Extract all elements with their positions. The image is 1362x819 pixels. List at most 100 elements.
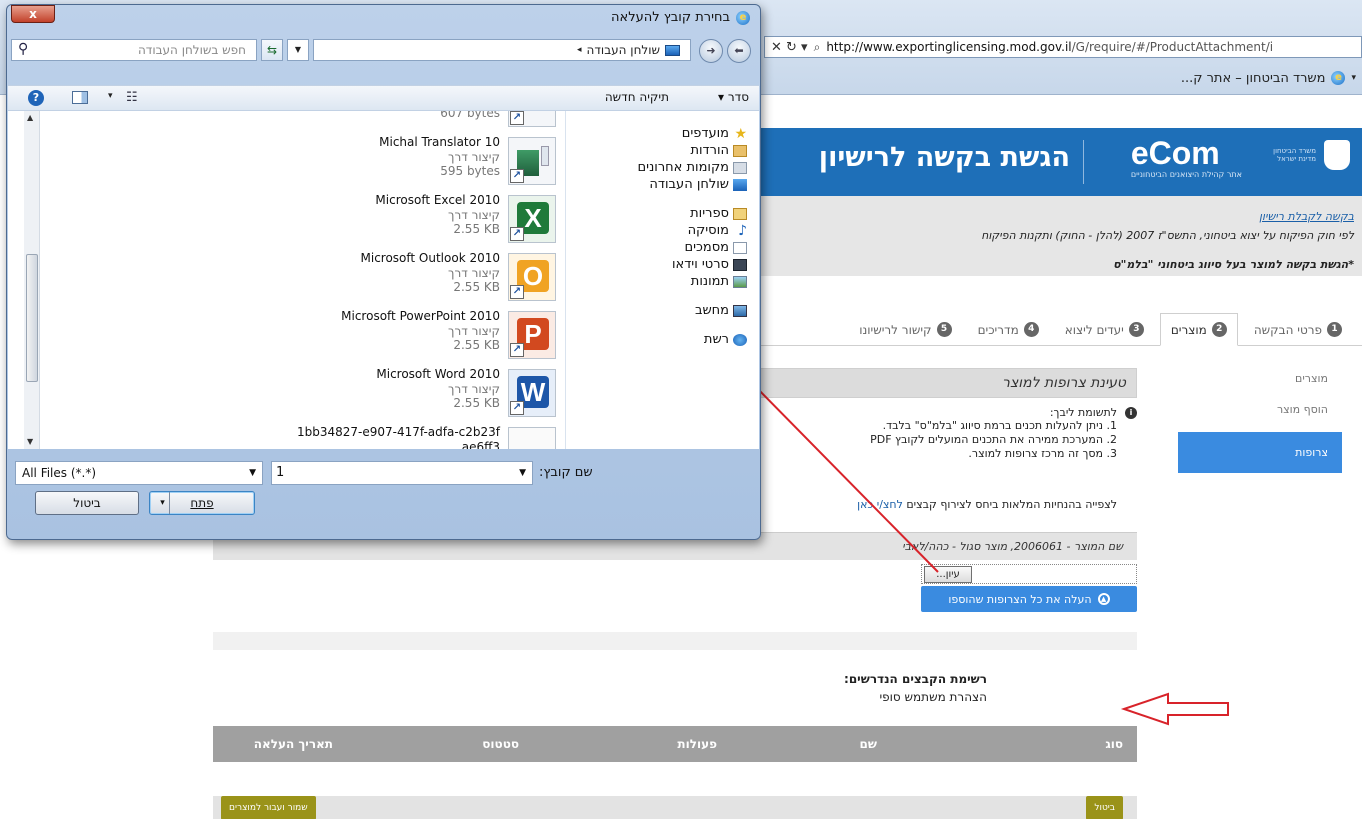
file-input[interactable]: עיון... [921,564,1137,584]
file-item[interactable]: W ↗ Microsoft Word 2010 קיצור דרך 2.55 K… [256,365,556,423]
site-logo: משרד הביטחון מדינת ישראל [1266,140,1350,170]
scroll-up-icon[interactable]: ▲ [27,113,33,122]
scroll-down-icon[interactable]: ▼ [27,437,33,446]
organize-menu[interactable]: סדר ▾ [718,90,749,104]
search-input[interactable]: חפש בשולחן העבודה ⚲ [11,39,257,61]
nav-item-label: רשת [703,332,729,347]
upload-all-button[interactable]: ▲ העלה את כל הצרופות שהוספו [921,586,1137,612]
dialog-body: ★ מועדפים הורדות מקומות אחרונים שולחן העב… [8,111,759,449]
file-item[interactable]: P ↗ Microsoft PowerPoint 2010 קיצור דרך … [256,307,556,365]
annotation-arrow-icon [1120,692,1229,726]
scrollbar-thumb[interactable] [26,254,38,382]
address-controls[interactable]: ✕ ↻ ▾ [771,40,808,55]
ie-icon: e [1331,71,1346,85]
file-type: קיצור דרך [448,266,500,280]
open-options-icon[interactable]: ▾ [156,492,170,514]
panel-title-bar: טעינת צרופות למוצר [757,368,1137,398]
tab-export-destinations[interactable]: 3 יעדים ליצוא [1055,314,1154,345]
nav-item-desktop[interactable]: שולחן העבודה [566,176,747,193]
file-item[interactable]: ↗ Michal Translator 10 קיצור דרך 595 byt… [256,133,556,191]
nav-item-pictures[interactable]: תמונות [566,273,747,290]
url-path: /G/require/#/ProductAttachment/i [1071,40,1274,54]
back-button[interactable]: ⬅ [727,39,751,63]
preview-pane-icon[interactable] [72,91,88,104]
powerpoint-icon: P ↗ [508,311,556,359]
path-history-dropdown[interactable]: ▼ [287,39,309,61]
browser-tab[interactable]: ▾ e משרד הביטחון – אתר ק... [764,66,1362,90]
refresh-button[interactable]: ⇆ [261,39,283,61]
view-options-icon[interactable]: ☷ [126,90,138,105]
open-button[interactable]: ▾ פתח [149,491,255,515]
nav-item-network[interactable]: רשת [566,331,747,348]
file-item[interactable]: X ↗ Microsoft Excel 2010 קיצור דרך 2.55 … [256,191,556,249]
step-label: מדריכים [977,322,1019,337]
side-item-add-product[interactable]: הוסף מוצר [1178,397,1342,428]
tab-license-link[interactable]: 5 קישור לרישיונו [849,314,961,345]
file-size: 2.55 KB [453,338,500,352]
recent-places-icon [733,161,747,174]
dialog-footer: All Files (*.*) ▼ 1 ▼ שם קובץ: ▾ פתח ביט… [7,451,760,539]
file-item[interactable]: O ↗ Microsoft Outlook 2010 קיצור דרך 2.5… [256,249,556,307]
filename-field[interactable]: 1 ▼ [271,461,533,485]
chevron-down-icon[interactable]: ▾ [1351,73,1356,83]
breadcrumb-desktop[interactable]: שולחן העבודה [587,43,660,57]
site-header: משרד הביטחון מדינת ישראל eCom אתר קהילת … [760,128,1362,196]
tab-request-details[interactable]: 1 פרטי הבקשה [1244,314,1352,345]
file-size: 2.55 KB [453,396,500,410]
help-line: לצפייה בהנחיות המלאות ביחס לצירוף קבצים … [857,498,1117,511]
file-list-scrollbar[interactable]: ▲ ▼ [24,111,40,449]
breadcrumb[interactable]: שולחן העבודה ◂ [313,39,691,61]
side-item-attachments[interactable]: צרופות [1178,432,1342,473]
chevron-left-icon[interactable]: ◂ [577,45,582,55]
new-folder-button[interactable]: תיקיה חדשה [605,90,669,104]
nav-item-music[interactable]: ♪ מוסיקה [566,222,747,239]
search-placeholder: חפש בשולחן העבודה [137,43,246,57]
nav-item-downloads[interactable]: הורדות [566,142,747,159]
intro-link[interactable]: בקשה לקבלת רישיון [760,210,1354,223]
file-size: 2.55 KB [453,222,500,236]
nav-item-label: תמונות [690,274,729,289]
help-link[interactable]: לחצ/י כאן [857,498,903,511]
nav-item-favorites[interactable]: ★ מועדפים [566,125,747,142]
filetype-select[interactable]: All Files (*.*) ▼ [15,461,263,485]
outlook-icon: O ↗ [508,253,556,301]
page-title: הגשת בקשה לרישיון [818,142,1070,173]
navigation-pane: ★ מועדפים הורדות מקומות אחרונים שולחן העב… [565,111,759,449]
nav-item-documents[interactable]: מסמכים [566,239,747,256]
search-icon: ⚲ [18,41,29,57]
chevron-down-icon[interactable]: ▼ [249,462,256,484]
cancel-button[interactable]: ביטול [1086,796,1123,819]
chevron-down-icon[interactable]: ▾ [108,91,113,101]
ie-icon: e [736,10,750,25]
forward-button[interactable]: ➜ [699,39,723,63]
divider-strip [213,632,1137,650]
file-size: 595 bytes [440,164,500,178]
nav-item-computer[interactable]: מחשב [566,302,747,319]
back-forward: ➜ ⬅ [697,37,757,63]
intro-box: בקשה לקבלת רישיון לפי חוק הפיקוח על יצוא… [760,196,1362,276]
nav-item-libraries[interactable]: ספריות [566,205,747,222]
browse-button[interactable]: עיון... [924,566,972,583]
tab-products[interactable]: 2 מוצרים [1159,313,1238,346]
dialog-nav-row: חפש בשולחן העבודה ⚲ ⇆ ▼ שולחן העבודה ◂ ➜… [7,37,760,63]
chevron-down-icon[interactable]: ▼ [519,462,526,484]
close-button[interactable]: x [11,5,55,23]
nav-item-label: ספריות [690,206,729,221]
tab-guides[interactable]: 4 מדריכים [968,314,1049,345]
filename-value: 1 [276,465,285,480]
side-item-products[interactable]: מוצרים [1178,366,1342,397]
brand-sub: אתר קהילת היצואנים הביטחוניים [1130,170,1242,179]
address-bar[interactable]: ✕ ↻ ▾ ⌕ http://www.exportinglicensing.mo… [764,36,1362,58]
star-icon: ★ [734,125,747,142]
tab-title[interactable]: משרד הביטחון – אתר ק... [1181,71,1326,86]
nav-item-videos[interactable]: סרטי וידאו [566,256,747,273]
file-item[interactable]: ↗ 607 bytes [256,111,556,133]
cancel-button[interactable]: ביטול [35,491,139,515]
nav-item-recent-places[interactable]: מקומות אחרונים [566,159,747,176]
file-name: Microsoft Word 2010 [376,367,500,381]
help-icon[interactable]: ? [28,90,44,106]
nav-item-label: מקומות אחרונים [637,160,729,175]
col-actions: פעולות [677,737,717,751]
save-continue-button[interactable]: שמור ועבור למוצרים [221,796,316,819]
file-item[interactable]: 1bb34827-e907-417f-adfa-c2b23f ae6ff3 [256,423,556,449]
